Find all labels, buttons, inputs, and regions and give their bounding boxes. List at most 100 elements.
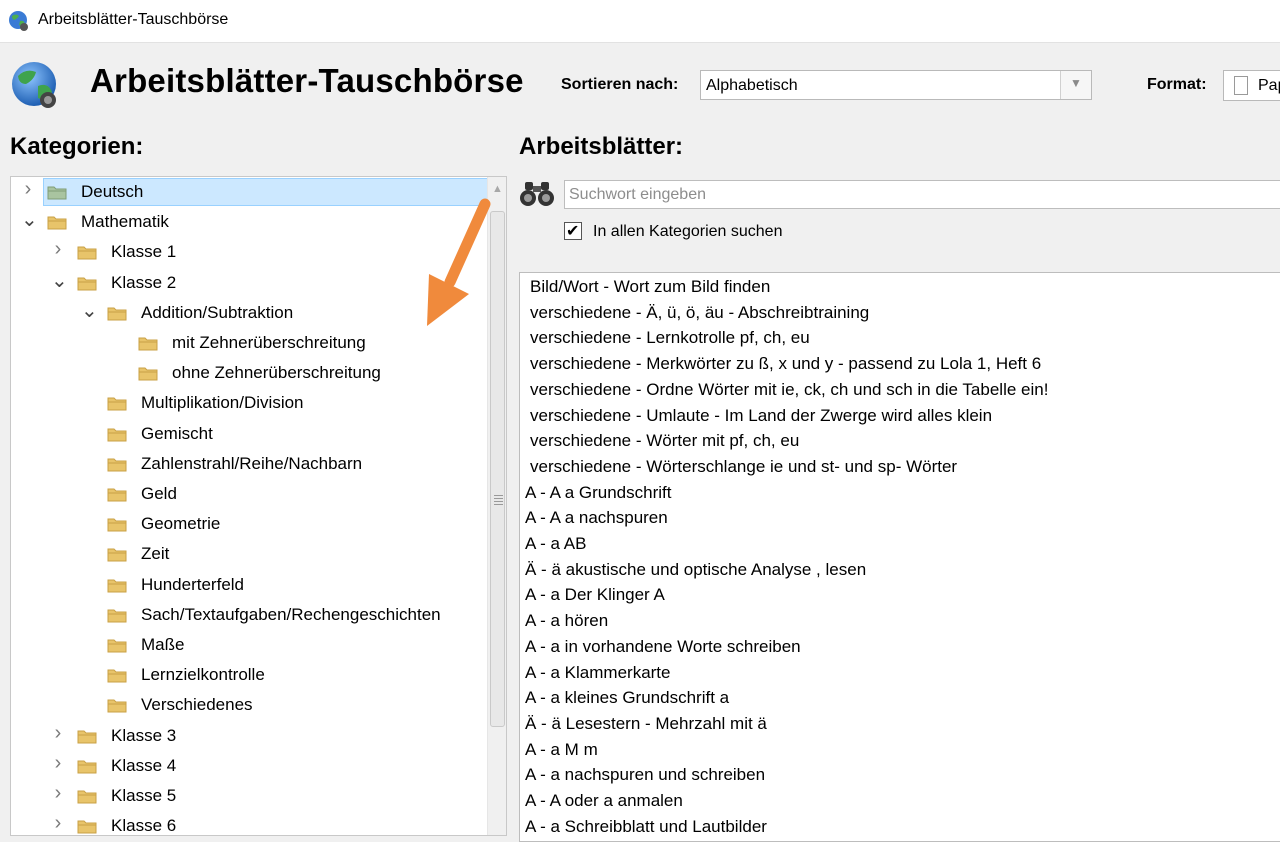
format-label: Format:	[1147, 76, 1207, 93]
folder-icon	[77, 790, 97, 804]
tree-item[interactable]: ohne Zehnerüberschreitung	[11, 359, 487, 387]
folder-icon	[107, 699, 127, 713]
list-item[interactable]: A - a AB	[525, 534, 586, 554]
list-item[interactable]: A - a Schreibblatt und Lautbilder	[525, 817, 767, 837]
tree-item-label: Geld	[141, 484, 177, 503]
tree-item-label: Klasse 6	[111, 816, 177, 836]
tree-item-label: Hunderterfeld	[141, 574, 245, 594]
tree-item[interactable]: Multiplikation/Division	[11, 389, 487, 417]
chevron-right-icon[interactable]: ›	[51, 722, 65, 744]
worksheet-list[interactable]: Bild/Wort - Wort zum Bild finden verschie…	[519, 272, 1280, 842]
all-categories-label: In allen Kategorien suchen	[593, 223, 783, 240]
tree-item-label: Klasse 3	[111, 725, 177, 745]
list-item[interactable]: Ä - ä Lesestern - Mehrzahl mit ä	[525, 714, 767, 734]
list-item[interactable]: A - a Klammerkarte	[525, 663, 671, 683]
tree-item[interactable]: Lernzielkontrolle	[11, 661, 487, 689]
folder-icon	[138, 367, 158, 381]
list-item[interactable]: A - a nachspuren und schreiben	[525, 765, 765, 785]
tree-item-label: Klasse 2	[111, 272, 177, 292]
document-icon	[1234, 76, 1248, 95]
tree-item-label: Addition/Subtraktion	[141, 302, 294, 322]
list-item[interactable]: Ä - ä akustische und optische Analyse , …	[525, 560, 866, 580]
tree-item[interactable]: › Klasse 3	[11, 722, 487, 750]
folder-icon	[107, 639, 127, 653]
list-item[interactable]: verschiedene - Wörterschlange ie und st-…	[530, 457, 957, 477]
folder-icon	[107, 428, 127, 442]
format-select[interactable]: Papier	[1223, 70, 1280, 101]
sort-select[interactable]: Alphabetisch ▼	[700, 70, 1092, 100]
folder-icon	[47, 186, 67, 200]
list-item[interactable]: Bild/Wort - Wort zum Bild finden	[530, 277, 770, 297]
tree-item-label: Zahlenstrahl/Reihe/Nachbarn	[141, 453, 363, 473]
tree-item[interactable]: Zahlenstrahl/Reihe/Nachbarn	[11, 450, 487, 478]
tree-item-label: mit Zehnerüberschreitung	[172, 333, 366, 352]
tree-item-label: Klasse 5	[111, 786, 177, 805]
chevron-right-icon[interactable]: ›	[21, 178, 35, 200]
list-item[interactable]: A - a M m	[525, 740, 598, 760]
list-item[interactable]: A - a in vorhandene Worte schreiben	[525, 637, 801, 657]
chevron-right-icon[interactable]: ›	[51, 812, 65, 834]
folder-icon	[107, 609, 127, 623]
list-item[interactable]: verschiedene - Merkwörter zu ß, x und y …	[530, 354, 1041, 374]
list-item[interactable]: A - A oder a anmalen	[525, 791, 683, 811]
tree-item[interactable]: Geometrie	[11, 510, 487, 538]
chevron-down-icon[interactable]: ⌄	[21, 207, 38, 231]
tree-item[interactable]: Geld	[11, 480, 487, 508]
folder-icon	[107, 488, 127, 502]
binoculars-icon	[520, 182, 554, 206]
tree-item-label: Multiplikation/Division	[141, 393, 304, 413]
chevron-right-icon[interactable]: ›	[51, 782, 65, 804]
tree-item-label: Deutsch	[81, 182, 144, 201]
tree-item[interactable]: Hunderterfeld	[11, 571, 487, 599]
tree-item[interactable]: › Klasse 4	[11, 752, 487, 780]
chevron-right-icon[interactable]: ›	[51, 752, 65, 774]
sort-dropdown-button[interactable]: ▼	[1060, 71, 1091, 99]
list-item[interactable]: A - a hören	[525, 611, 608, 631]
annotation-arrow-icon	[427, 198, 491, 326]
grip-icon	[494, 495, 503, 506]
search-input[interactable]	[564, 180, 1280, 209]
chevron-down-icon[interactable]: ⌄	[81, 298, 98, 322]
list-item[interactable]: A - a Der Klinger A	[525, 585, 665, 605]
list-item[interactable]: A - a kleines Grundschrift a	[525, 688, 729, 708]
tree-item-label: Mathematik	[81, 212, 169, 232]
tree-item-label: Sach/Textaufgaben/Rechengeschichten	[141, 604, 441, 624]
checkmark-icon: ✔	[566, 223, 580, 240]
tree-item-label: Zeit	[141, 544, 170, 564]
tree-item-label: Geometrie	[141, 514, 221, 534]
folder-icon	[77, 277, 97, 291]
list-item[interactable]: verschiedene - Ä, ü, ö, äu - Abschreibtr…	[530, 303, 869, 323]
folder-icon	[107, 307, 127, 321]
tree-item-label: Lernzielkontrolle	[141, 665, 265, 685]
tree-item-label: Klasse 1	[111, 242, 177, 262]
tree-item-label: Klasse 4	[111, 755, 177, 775]
list-item[interactable]: verschiedene - Wörter mit pf, ch, eu	[530, 431, 799, 451]
folder-icon	[77, 246, 97, 260]
sort-select-value: Alphabetisch	[706, 77, 798, 94]
tree-item[interactable]: Maße	[11, 631, 487, 659]
list-item[interactable]: verschiedene - Ordne Wörter mit ie, ck, …	[530, 380, 1048, 400]
tree-item[interactable]: Gemischt	[11, 420, 487, 448]
globe-icon	[9, 11, 28, 31]
tree-item-label: Maße	[141, 635, 185, 654]
folder-icon	[107, 397, 127, 411]
window-title: Arbeitsblätter-Tauschbörse	[38, 11, 229, 28]
chevron-down-icon[interactable]: ⌄	[51, 268, 68, 292]
list-item[interactable]: A - A a nachspuren	[525, 508, 668, 528]
list-item[interactable]: verschiedene - Umlaute - Im Land der Zwe…	[530, 406, 992, 426]
chevron-down-icon: ▼	[1070, 76, 1082, 90]
app-title: Arbeitsblätter-Tauschbörse	[90, 62, 524, 99]
folder-icon	[47, 216, 67, 230]
tree-item[interactable]: Verschiedenes	[11, 691, 487, 719]
tree-item[interactable]: Sach/Textaufgaben/Rechengeschichten	[11, 601, 487, 629]
tree-item[interactable]: › Klasse 5	[11, 782, 487, 810]
list-item[interactable]: verschiedene - Lernkotrolle pf, ch, eu	[530, 328, 810, 348]
all-categories-checkbox[interactable]: ✔	[564, 222, 582, 240]
tree-item[interactable]: Zeit	[11, 540, 487, 568]
list-item[interactable]: A - A a Grundschrift	[525, 483, 671, 503]
tree-item[interactable]: › Klasse 6	[11, 812, 487, 836]
folder-icon	[107, 548, 127, 562]
folder-icon	[77, 820, 97, 834]
format-select-value: Papier	[1258, 77, 1280, 94]
chevron-right-icon[interactable]: ›	[51, 238, 65, 260]
